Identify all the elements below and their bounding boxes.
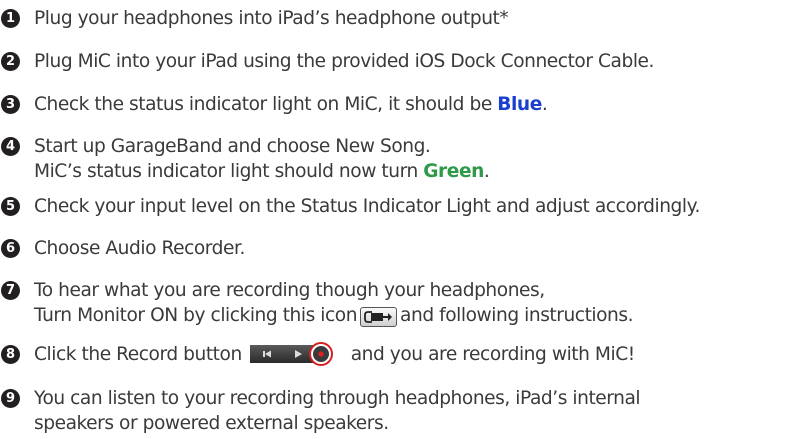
step-number-badge: 1 <box>1 9 20 28</box>
step-text-part: . <box>483 161 490 182</box>
step-9: 9 You can listen to your recording throu… <box>0 386 797 436</box>
step-3: 3 Check the status indicator light on Mi… <box>0 92 797 117</box>
step-4: 4 Start up GarageBand and choose New Son… <box>0 134 797 184</box>
step-text-part: . <box>541 94 548 115</box>
step-7: 7 To hear what you are recording though … <box>0 278 797 328</box>
blue-status-word: Blue <box>497 94 542 115</box>
step-text: Plug MiC into your iPad using the provid… <box>34 51 654 72</box>
step-text-part: and you are recording with MiC! <box>350 344 636 365</box>
step-number-badge: 6 <box>1 239 20 258</box>
transport-controls <box>250 342 342 366</box>
step-text-part: Turn Monitor ON by clicking this icon <box>34 305 358 326</box>
step-text-part: MiC’s status indicator light should now … <box>34 161 424 182</box>
step-8: 8 Click the Record button and you are re… <box>0 342 797 367</box>
step-text-line-2: MiC’s status indicator light should now … <box>34 159 490 184</box>
step-text-line-1: Start up GarageBand and choose New Song. <box>34 136 431 157</box>
step-text: To hear what you are recording though yo… <box>34 278 634 328</box>
step-text: Check your input level on the Status Ind… <box>34 196 700 217</box>
step-number-badge: 5 <box>1 197 20 216</box>
step-6: 6 Choose Audio Recorder. <box>0 236 797 261</box>
step-text: Choose Audio Recorder. <box>34 238 245 259</box>
green-status-word: Green <box>423 161 484 182</box>
step-number-badge: 9 <box>1 389 20 408</box>
step-text-line-1: To hear what you are recording though yo… <box>34 280 545 301</box>
step-number-badge: 7 <box>1 281 20 300</box>
instruction-steps: 1 Plug your headphones into iPad’s headp… <box>0 0 797 439</box>
step-text-line-2: Turn Monitor ON by clicking this icon and… <box>34 303 634 328</box>
step-text-line-1: You can listen to your recording through… <box>34 388 641 409</box>
step-2: 2 Plug MiC into your iPad using the prov… <box>0 49 797 74</box>
step-text: You can listen to your recording through… <box>34 386 641 436</box>
step-text: Start up GarageBand and choose New Song.… <box>34 134 490 184</box>
step-text-part: Click the Record button <box>34 344 242 365</box>
step-text-part: and following instructions. <box>400 305 634 326</box>
record-icon[interactable] <box>309 342 334 366</box>
step-text: Click the Record button and you are reco… <box>34 342 635 367</box>
step-number-badge: 8 <box>1 345 20 364</box>
step-number-badge: 3 <box>1 95 20 114</box>
headphone-monitor-icon[interactable] <box>360 307 398 327</box>
step-5: 5 Check your input level on the Status I… <box>0 194 797 219</box>
step-text-part: Check the status indicator light on MiC,… <box>34 94 498 115</box>
step-text: Check the status indicator light on MiC,… <box>34 92 548 117</box>
step-number-badge: 4 <box>1 137 20 156</box>
step-1: 1 Plug your headphones into iPad’s headp… <box>0 6 797 31</box>
step-text: Plug your headphones into iPad’s headpho… <box>34 8 509 29</box>
step-text-line-2: speakers or powered external speakers. <box>34 413 389 434</box>
step-number-badge: 2 <box>1 52 20 71</box>
